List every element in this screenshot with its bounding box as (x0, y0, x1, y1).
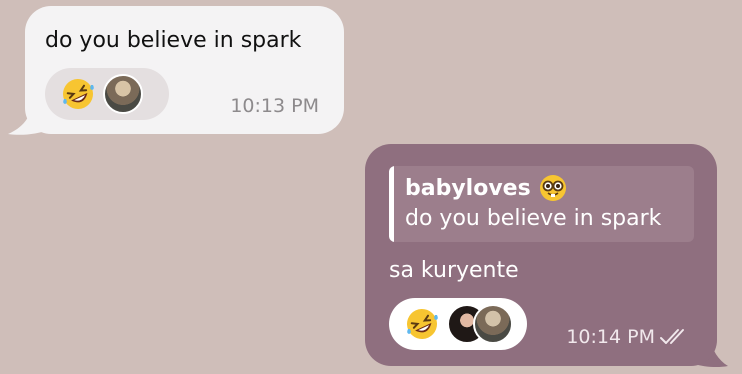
incoming-timestamp: 10:13 PM (230, 95, 319, 117)
reply-quote-bar (389, 166, 394, 242)
reactor-avatar[interactable] (473, 304, 513, 344)
read-checkmarks-icon (660, 329, 684, 344)
outgoing-reaction-pill[interactable] (389, 298, 527, 350)
chat-thread: do you believe in spark 10:13 PM babylov… (0, 0, 742, 374)
reactor-avatar[interactable] (103, 74, 143, 114)
outgoing-timestamp: 10:14 PM (566, 326, 655, 348)
rolling-laughing-emoji-icon (407, 309, 438, 339)
nerd-face-emoji-icon (539, 175, 566, 201)
rolling-laughing-emoji-icon (63, 79, 94, 109)
incoming-reaction-pill[interactable] (45, 68, 169, 120)
reply-quote[interactable]: babyloves do you believe in spark (389, 166, 694, 242)
outgoing-message-bubble[interactable]: babyloves do you believe in spark sa kur… (365, 144, 717, 366)
reply-sender-name-text: babyloves (405, 175, 531, 201)
outgoing-message-text: sa kuryente (389, 258, 519, 283)
incoming-message-text: do you believe in spark (45, 28, 302, 53)
reply-quote-text: do you believe in spark (405, 206, 662, 231)
reply-sender-name: babyloves (405, 174, 567, 202)
incoming-message-bubble[interactable]: do you believe in spark 10:13 PM (25, 6, 344, 134)
